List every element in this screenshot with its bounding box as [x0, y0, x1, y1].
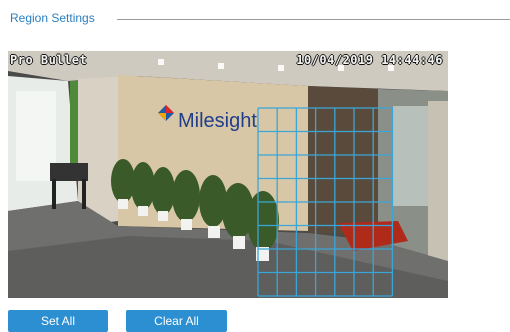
- section-divider: [117, 19, 510, 20]
- video-preview[interactable]: Milesight Pro Bullet 10/04/2019 14:44:46: [8, 51, 448, 298]
- section-title: Region Settings: [10, 11, 95, 25]
- region-settings-header: Region Settings: [10, 11, 510, 27]
- camera-name-osd: Pro Bullet: [10, 53, 88, 67]
- region-grid[interactable]: [8, 51, 448, 298]
- timestamp-osd: 10/04/2019 14:44:46: [296, 53, 443, 67]
